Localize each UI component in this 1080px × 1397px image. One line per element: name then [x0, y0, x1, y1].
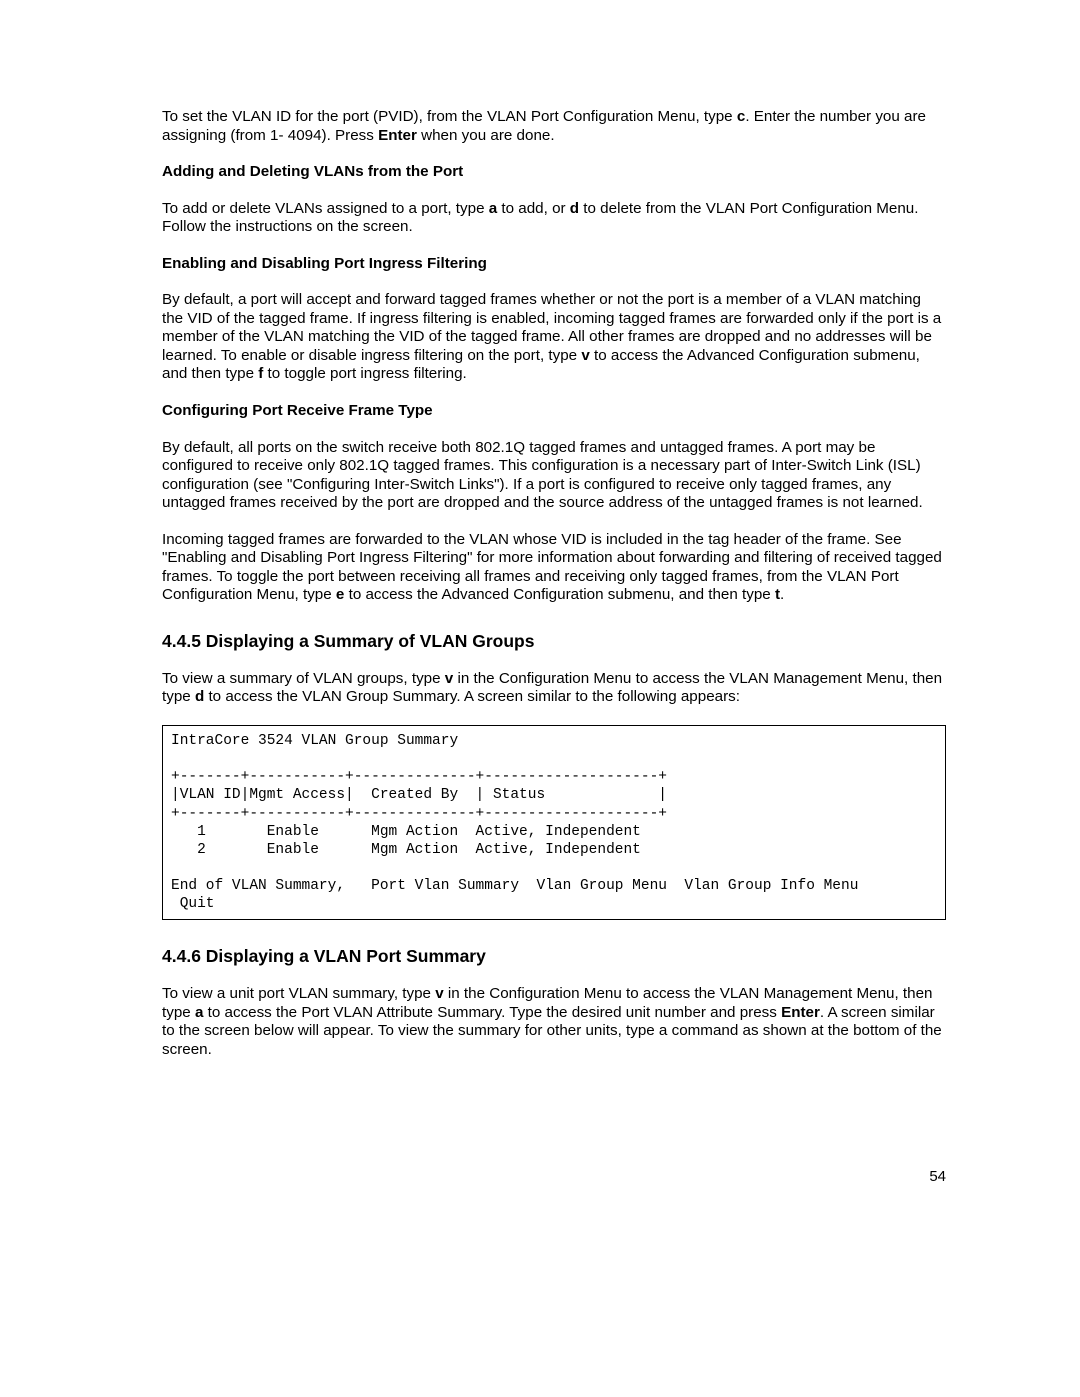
- key-v: v: [445, 670, 453, 687]
- heading-frame-type: Configuring Port Receive Frame Type: [162, 402, 946, 421]
- key-enter: Enter: [781, 1004, 820, 1021]
- paragraph-ingress: By default, a port will accept and forwa…: [162, 291, 946, 384]
- text: To view a unit port VLAN summary, type: [162, 985, 435, 1002]
- paragraph-445: To view a summary of VLAN groups, type v…: [162, 670, 946, 707]
- text: to access the VLAN Group Summary. A scre…: [204, 688, 740, 705]
- paragraph-incoming-frames: Incoming tagged frames are forwarded to …: [162, 531, 946, 605]
- page-number: 54: [929, 1168, 946, 1185]
- key-d: d: [195, 688, 204, 705]
- section-445-heading: 4.4.5 Displaying a Summary of VLAN Group…: [162, 631, 946, 652]
- text: when you are done.: [417, 127, 555, 144]
- key-a: a: [489, 200, 497, 217]
- text: To view a summary of VLAN groups, type: [162, 670, 445, 687]
- key-d: d: [570, 200, 579, 217]
- text: To set the VLAN ID for the port (PVID), …: [162, 108, 737, 125]
- paragraph-446: To view a unit port VLAN summary, type v…: [162, 985, 946, 1059]
- paragraph-frame-type: By default, all ports on the switch rece…: [162, 439, 946, 513]
- key-v: v: [581, 347, 589, 364]
- paragraph-add-delete: To add or delete VLANs assigned to a por…: [162, 200, 946, 237]
- key-enter: Enter: [378, 127, 417, 144]
- heading-add-delete-vlans: Adding and Deleting VLANs from the Port: [162, 163, 946, 182]
- vlan-group-summary-screen: IntraCore 3524 VLAN Group Summary +-----…: [162, 725, 946, 920]
- heading-ingress-filtering: Enabling and Disabling Port Ingress Filt…: [162, 255, 946, 274]
- text: .: [780, 586, 784, 603]
- document-page: To set the VLAN ID for the port (PVID), …: [0, 0, 1080, 1117]
- text: To add or delete VLANs assigned to a por…: [162, 200, 489, 217]
- text: to access the Port VLAN Attribute Summar…: [203, 1004, 781, 1021]
- text: to access the Advanced Configuration sub…: [344, 586, 775, 603]
- key-v: v: [435, 985, 443, 1002]
- section-446-heading: 4.4.6 Displaying a VLAN Port Summary: [162, 946, 946, 967]
- text: to add, or: [497, 200, 570, 217]
- text: to toggle port ingress filtering.: [263, 365, 466, 382]
- paragraph-pvid: To set the VLAN ID for the port (PVID), …: [162, 108, 946, 145]
